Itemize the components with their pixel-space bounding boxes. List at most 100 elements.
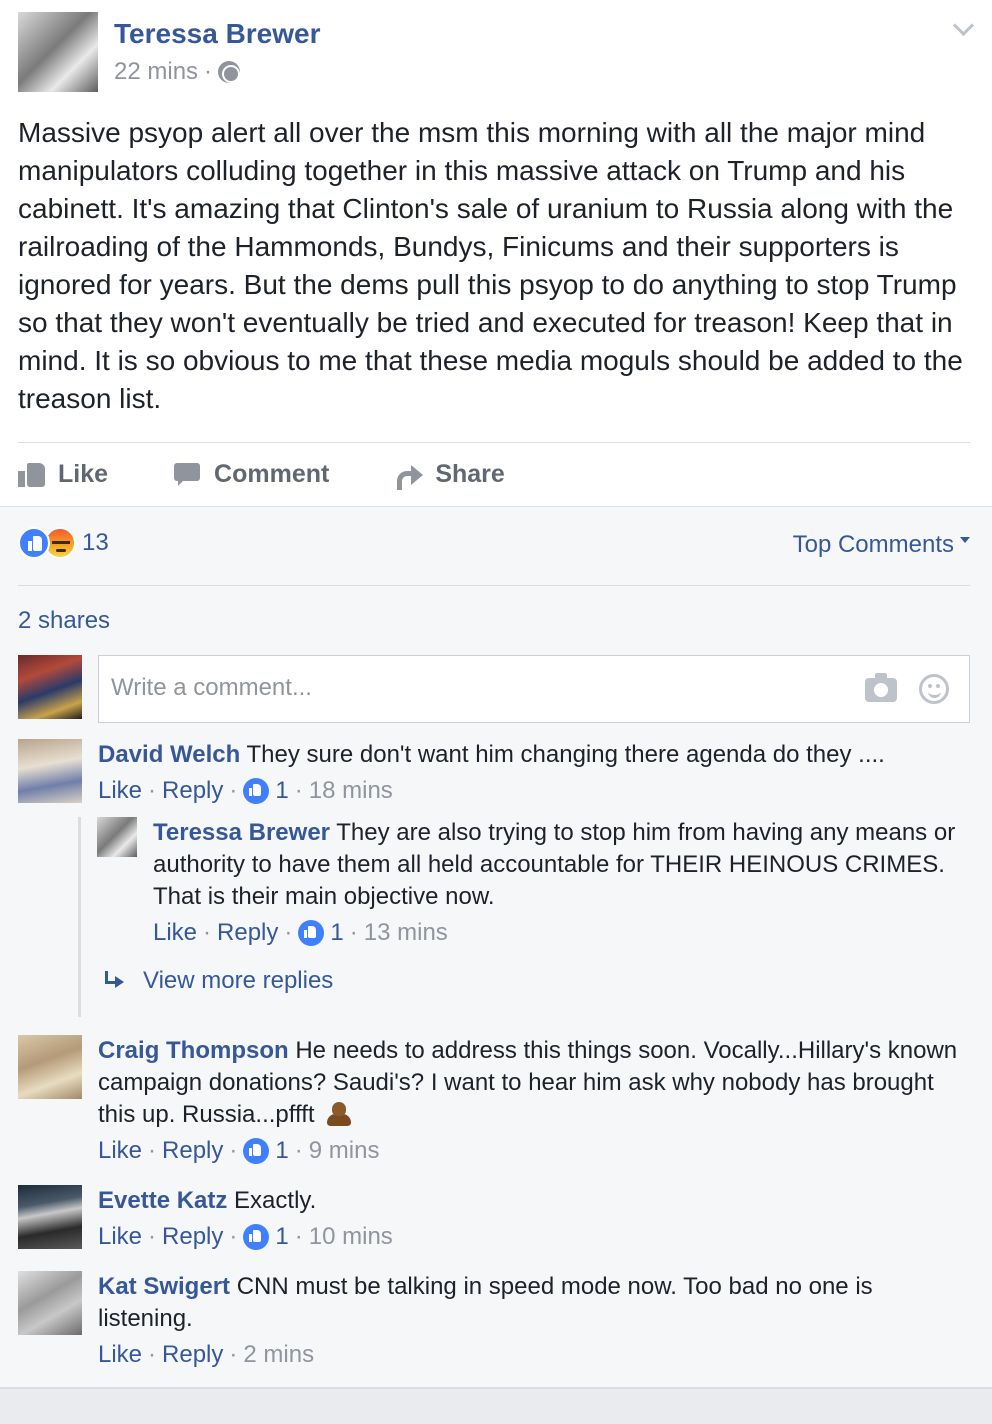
author-avatar[interactable]: [18, 12, 98, 92]
comment-like-count[interactable]: 1: [330, 917, 343, 949]
comment-icon: [174, 461, 202, 487]
like-button[interactable]: Like: [18, 460, 108, 489]
commenter-avatar[interactable]: [18, 1271, 82, 1335]
comment-body: Teressa Brewer They are also trying to s…: [153, 817, 957, 949]
separator: ·: [229, 777, 238, 804]
commenter-name[interactable]: Evette Katz: [98, 1187, 227, 1214]
comment-reply-link[interactable]: Reply: [162, 1339, 223, 1371]
separator: ·: [294, 777, 303, 804]
divider: [18, 585, 970, 586]
comment-reply-link[interactable]: Reply: [162, 1135, 223, 1167]
comment-body: Evette Katz Exactly. Like · Reply · 1 · …: [98, 1185, 958, 1253]
reply-thread: Teressa Brewer They are also trying to s…: [78, 817, 958, 1017]
share-icon: [395, 461, 424, 490]
comment-like-count[interactable]: 1: [275, 1135, 288, 1167]
separator: ·: [148, 1223, 157, 1250]
viewer-avatar[interactable]: [18, 655, 82, 719]
comment-box[interactable]: [98, 655, 970, 723]
comment-like-link[interactable]: Like: [153, 917, 197, 949]
divider: [18, 442, 970, 443]
reactions-summary[interactable]: 13: [18, 527, 109, 559]
comment-body: David Welch They sure don't want him cha…: [98, 739, 958, 807]
commenter-avatar[interactable]: [18, 1185, 82, 1249]
poop-emoji-icon: [325, 1100, 353, 1126]
top-comments-label: Top Comments: [792, 531, 954, 558]
separator: ·: [294, 1137, 303, 1164]
like-badge-icon[interactable]: [243, 1138, 270, 1164]
comment-button-label: Comment: [214, 459, 330, 488]
comment-actions: Like · Reply · 1 · 10 mins: [98, 1221, 958, 1253]
view-more-replies-label: View more replies: [143, 967, 334, 994]
meta-separator: ·: [204, 58, 213, 85]
share-button[interactable]: Share: [395, 459, 505, 490]
comment-actions: Like · Reply · 2 mins: [98, 1339, 958, 1371]
commenter-name[interactable]: Teressa Brewer: [153, 819, 330, 846]
commenter-name[interactable]: David Welch: [98, 741, 240, 768]
like-reaction-icon: [18, 527, 50, 559]
separator: ·: [284, 919, 293, 946]
emoji-icon[interactable]: [919, 674, 949, 704]
post-text: Massive psyop alert all over the msm thi…: [18, 117, 963, 414]
author-name[interactable]: Teressa Brewer: [114, 18, 321, 50]
feed-bottom-border: [0, 1387, 992, 1424]
separator: ·: [229, 1341, 238, 1368]
comment-reply-link[interactable]: Reply: [217, 917, 278, 949]
commenter-avatar[interactable]: [97, 817, 137, 857]
comment-actions: Like · Reply · 1 · 9 mins: [98, 1135, 958, 1167]
comment-actions: Like · Reply · 1 · 18 mins: [98, 775, 958, 807]
separator: ·: [148, 777, 157, 804]
comment-button[interactable]: Comment: [174, 460, 329, 489]
separator: ·: [203, 919, 212, 946]
comment-like-link[interactable]: Like: [98, 1135, 142, 1167]
camera-icon[interactable]: [865, 673, 897, 702]
chevron-down-icon[interactable]: [952, 18, 974, 40]
post-actions: Like Comment Share: [18, 452, 571, 496]
comment-reply-link[interactable]: Reply: [162, 1221, 223, 1253]
shares-count[interactable]: 2 shares: [18, 607, 110, 635]
comment-like-link[interactable]: Like: [98, 775, 142, 807]
comment-like-count[interactable]: 1: [275, 775, 288, 807]
comment-input[interactable]: [111, 674, 811, 702]
globe-icon[interactable]: [218, 61, 241, 83]
feedback-section: 13 Top Comments 2 shares David Welch The…: [0, 506, 992, 1424]
caret-down-icon: [960, 537, 970, 543]
top-comments-dropdown[interactable]: Top Comments: [793, 531, 970, 559]
comment-body: Kat Swigert CNN must be talking in speed…: [98, 1271, 958, 1371]
thumbs-up-icon: [18, 461, 46, 487]
comment-time[interactable]: 2 mins: [243, 1339, 314, 1371]
separator: ·: [349, 919, 358, 946]
comment-time[interactable]: 13 mins: [364, 917, 448, 949]
comment-like-link[interactable]: Like: [98, 1339, 142, 1371]
comment-composer: [18, 655, 970, 723]
like-badge-icon[interactable]: [243, 778, 270, 804]
comment-actions: Like · Reply · 1 · 13 mins: [153, 917, 957, 949]
comment-text: They sure don't want him changing there …: [246, 741, 885, 768]
like-badge-icon[interactable]: [243, 1224, 270, 1250]
separator: ·: [148, 1137, 157, 1164]
reply-arrow-icon: [103, 971, 127, 991]
commenter-name[interactable]: Craig Thompson: [98, 1037, 289, 1064]
post-time[interactable]: 22 mins: [114, 58, 198, 86]
separator: ·: [229, 1137, 238, 1164]
like-button-label: Like: [58, 459, 109, 488]
comment-like-link[interactable]: Like: [98, 1221, 142, 1253]
separator: ·: [148, 1341, 157, 1368]
separator: ·: [294, 1223, 303, 1250]
comment-text: Exactly.: [234, 1187, 317, 1214]
post-meta: 22 mins ·: [114, 58, 241, 86]
comment-time[interactable]: 9 mins: [309, 1135, 380, 1167]
like-badge-icon[interactable]: [298, 920, 325, 946]
comment-reply-link[interactable]: Reply: [162, 775, 223, 807]
reaction-count[interactable]: 13: [82, 529, 109, 557]
share-button-label: Share: [435, 459, 505, 488]
commenter-avatar[interactable]: [18, 739, 82, 803]
commenter-avatar[interactable]: [18, 1035, 82, 1099]
commenter-name[interactable]: Kat Swigert: [98, 1273, 230, 1300]
comment-body: Craig Thompson He needs to address this …: [98, 1035, 958, 1167]
post-header: Teressa Brewer 22 mins ·: [18, 12, 974, 92]
separator: ·: [229, 1223, 238, 1250]
comment-like-count[interactable]: 1: [275, 1221, 288, 1253]
comment-time[interactable]: 10 mins: [309, 1221, 393, 1253]
view-more-replies-link[interactable]: View more replies: [103, 967, 333, 995]
comment-time[interactable]: 18 mins: [309, 775, 393, 807]
